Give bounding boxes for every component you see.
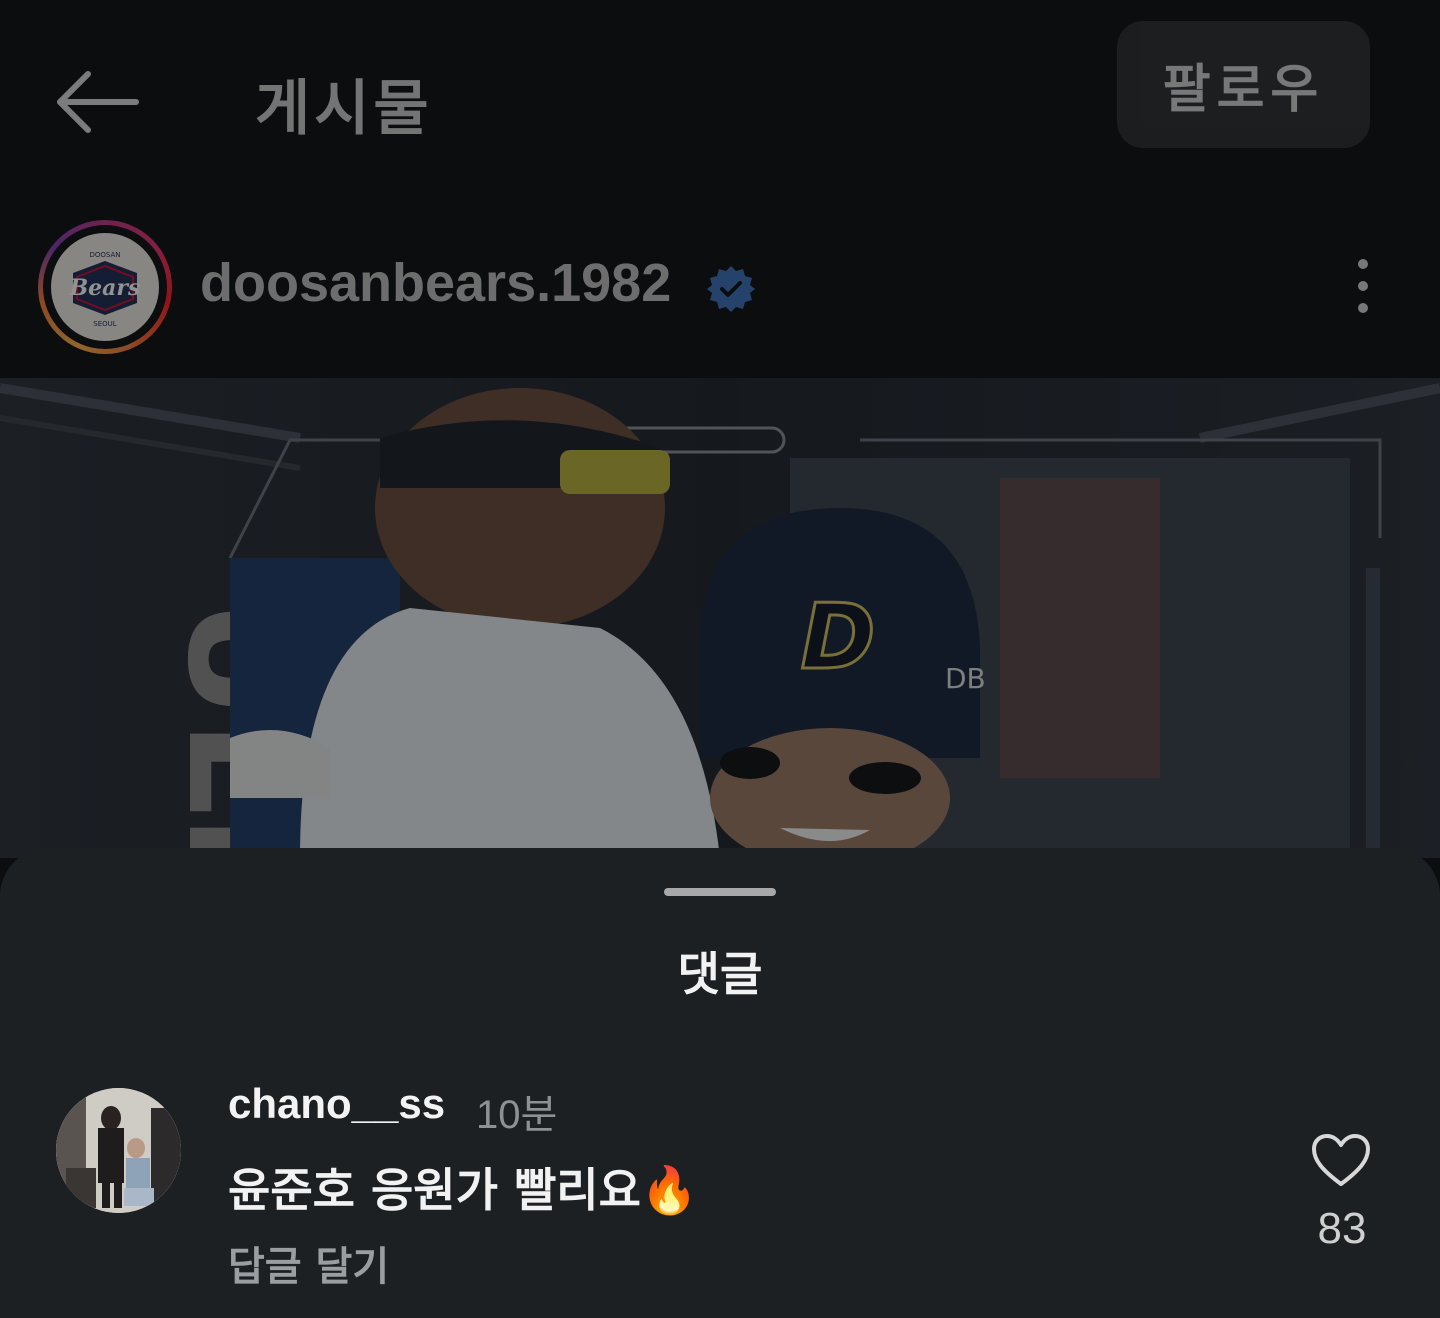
author-avatar[interactable]: Bears DOOSAN SEOUL [38,220,172,354]
logo-text: Bears [69,275,141,301]
more-vertical-icon[interactable] [1340,256,1386,316]
logo-bottom-text: SEOUL [93,320,116,328]
doosan-bears-logo: Bears DOOSAN SEOUL [51,233,159,341]
reply-button[interactable]: 답글 달기 [228,1234,389,1292]
comment-text: 윤준호 응원가 빨리요🔥 [228,1163,699,1217]
helmet-letter: D [801,585,876,690]
commenter-avatar[interactable] [56,1088,181,1213]
post-photo: ULT D DB [0,378,1440,858]
post-author-row: Bears DOOSAN SEOUL doosanbears.1982 [0,220,1440,356]
author-username[interactable]: doosanbears.1982 [200,252,671,314]
top-bar: 게시물 팔로우 [0,0,1440,200]
comment-timestamp: 10분 [476,1093,558,1137]
back-arrow-icon [57,71,139,133]
comments-title: 댓글 [677,947,763,1001]
team-logo-graphic: Bears DOOSAN SEOUL [55,237,155,337]
comments-sheet: 댓글 chano__ss 10분 윤준호 응원가 빨리요🔥 답글 달기 83 [0,848,1440,1318]
follow-button[interactable]: 팔로우 [1117,21,1370,148]
sheet-drag-handle[interactable] [664,888,776,896]
heart-icon[interactable] [1310,1132,1372,1188]
verified-badge-icon [707,266,755,312]
like-count: 83 [1317,1204,1367,1253]
logo-top-text: DOOSAN [89,251,120,259]
commenter-photo [56,1088,181,1213]
back-button[interactable] [52,62,142,142]
page-title: 게시물 [255,74,433,144]
comment-username[interactable]: chano__ss [228,1080,445,1128]
helmet-side-text: DB [945,662,986,695]
post-image[interactable]: ULT D DB [0,378,1440,858]
